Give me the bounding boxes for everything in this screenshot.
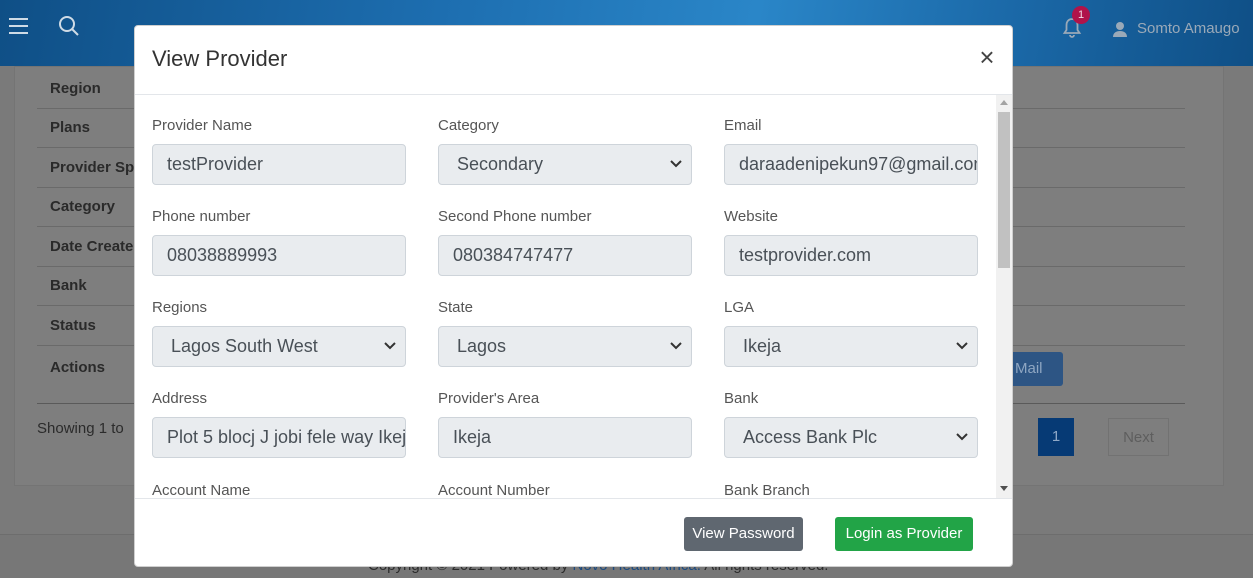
label-region: Region [50,80,101,97]
search-icon[interactable] [58,15,80,37]
providers-area-field[interactable]: Ikeja [438,417,692,458]
label-second-phone-number: Second Phone number [438,208,592,225]
label-phone-number: Phone number [152,208,251,225]
close-icon[interactable]: × [975,44,999,70]
regions-select[interactable]: Lagos South West [152,326,406,367]
label-bank: Bank [50,277,87,294]
scrollbar-thumb[interactable] [998,112,1010,268]
view-password-button[interactable]: View Password [684,517,803,551]
scroll-up-arrow-icon[interactable] [1000,100,1008,105]
view-provider-modal: View Provider × Provider Name testProvid… [134,25,1013,567]
category-select[interactable]: Secondary [438,144,692,185]
website-field[interactable]: testprovider.com [724,235,978,276]
chevron-down-icon [956,433,968,441]
label-account-name: Account Name [152,482,251,498]
regions-value: Lagos South West [171,336,318,356]
chevron-down-icon [956,342,968,350]
label-date-created: Date Create [50,238,134,255]
label-bank-branch: Bank Branch [724,482,810,498]
label-category: Category [50,198,116,215]
phone-number-value: 08038889993 [167,245,278,265]
state-select[interactable]: Lagos [438,326,692,367]
state-value: Lagos [457,336,507,356]
label-providers-area: Provider's Area [438,390,540,407]
label-website: Website [724,208,778,225]
label-provider-specialty: Provider Sp [50,159,135,176]
login-as-provider-button[interactable]: Login as Provider [835,517,973,551]
label-category: Category [438,117,499,134]
user-menu[interactable]: Somto Amaugo [1112,20,1240,37]
label-plans: Plans [50,119,91,136]
label-regions: Regions [152,299,208,316]
user-name: Somto Amaugo [1137,20,1240,37]
address-value: Plot 5 blocj J jobi fele way Ikeja [167,427,406,447]
label-bank: Bank [724,390,759,407]
bank-value: Access Bank Plc [743,427,878,447]
second-phone-number-field[interactable]: 080384747477 [438,235,692,276]
chevron-down-icon [670,160,682,168]
phone-number-field[interactable]: 08038889993 [152,235,406,276]
pagination-next-button[interactable]: Next [1108,418,1169,456]
pagination-info: Showing 1 to [37,420,124,437]
modal-title: View Provider [152,46,288,71]
label-provider-name: Provider Name [152,117,253,134]
address-field[interactable]: Plot 5 blocj J jobi fele way Ikeja [152,417,406,458]
second-phone-number-value: 080384747477 [453,245,574,265]
pagination-page-1[interactable]: 1 [1038,418,1074,456]
label-address: Address [152,390,208,407]
scroll-down-arrow-icon[interactable] [1000,486,1008,491]
chevron-down-icon [384,342,396,350]
label-account-number: Account Number [438,482,550,498]
website-value: testprovider.com [739,245,872,265]
modal-footer: View Password Login as Provider [135,498,1012,566]
modal-header: View Provider × [135,26,1012,95]
provider-name-value: testProvider [167,154,264,174]
notification-badge: 1 [1072,6,1090,24]
label-email: Email [724,117,762,134]
email-field[interactable]: daraadenipekun97@gmail.com [724,144,978,185]
lga-value: Ikeja [743,336,782,356]
modal-body: Provider Name testProvider Category Seco… [135,95,1012,498]
category-value: Secondary [457,154,544,174]
hamburger-menu-icon[interactable] [9,18,28,34]
label-actions: Actions [50,359,106,376]
label-lga: LGA [724,299,755,316]
lga-select[interactable]: Ikeja [724,326,978,367]
bank-select[interactable]: Access Bank Plc [724,417,978,458]
label-status: Status [50,317,96,334]
email-value: daraadenipekun97@gmail.com [739,154,978,174]
chevron-down-icon [670,342,682,350]
provider-name-field[interactable]: testProvider [152,144,406,185]
providers-area-value: Ikeja [453,427,492,447]
user-icon [1113,21,1127,37]
label-state: State [438,299,474,316]
